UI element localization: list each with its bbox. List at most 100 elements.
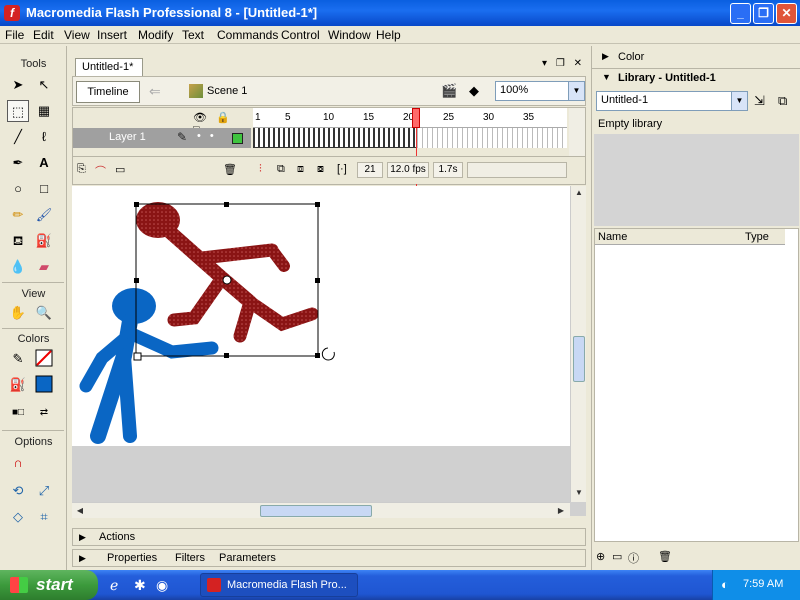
document-restore-icon[interactable]: ❐ xyxy=(556,58,565,69)
library-item-list[interactable]: Name Type xyxy=(594,228,799,542)
actions-panel-bar[interactable]: ▶ Actions xyxy=(72,528,586,546)
properties-icon[interactable]: ⓘ xyxy=(628,550,639,566)
color-panel-header[interactable]: ▶ Color xyxy=(592,48,800,66)
eye-icon[interactable]: 👁 xyxy=(193,112,207,124)
add-motion-guide-icon[interactable]: ⌒ xyxy=(95,163,106,179)
edit-scene-icon[interactable]: 🎬 xyxy=(441,83,459,99)
new-symbol-icon[interactable]: ⊕ xyxy=(596,550,605,563)
fill-color-icon[interactable]: ⛽ xyxy=(7,374,29,396)
scroll-left-icon[interactable]: ◀ xyxy=(73,504,87,518)
close-button[interactable]: ✕ xyxy=(776,3,797,24)
start-button[interactable]: start xyxy=(0,570,98,600)
menu-text[interactable]: Text xyxy=(182,28,204,42)
media-player-icon[interactable]: ✱ xyxy=(134,577,146,594)
chevron-down-icon[interactable]: ▼ xyxy=(731,92,747,110)
stage-vertical-scrollbar[interactable]: ▲ ▼ xyxy=(570,186,586,502)
onion-skin-icon[interactable]: ⧉ xyxy=(277,163,285,176)
color-panel-label[interactable]: Color xyxy=(618,51,644,63)
delete-layer-icon[interactable]: 🗑 xyxy=(223,163,237,176)
stage-horizontal-scrollbar[interactable]: ◀ ▶ xyxy=(72,502,570,518)
menu-control[interactable]: Control xyxy=(281,28,320,42)
menu-help[interactable]: Help xyxy=(376,28,401,42)
text-tool-icon[interactable]: A xyxy=(33,152,55,174)
lock-icon[interactable]: 🔒 xyxy=(216,112,230,124)
pencil-tool-icon[interactable]: ✏ xyxy=(7,204,29,226)
envelope-icon[interactable]: ⌗ xyxy=(33,506,55,528)
distort-icon[interactable]: ◇ xyxy=(7,506,29,528)
subselection-tool-icon[interactable]: ↖ xyxy=(33,74,55,96)
pen-tool-icon[interactable]: ✒ xyxy=(7,152,29,174)
rotate-skew-icon[interactable]: ⟲ xyxy=(7,480,29,502)
gradient-transform-tool-icon[interactable]: ▦ xyxy=(33,100,55,122)
delete-item-icon[interactable]: 🗑 xyxy=(658,550,672,563)
name-column-header[interactable]: Name xyxy=(598,231,627,243)
pin-library-icon[interactable]: ⇲ xyxy=(754,93,765,109)
keyframes[interactable] xyxy=(253,128,417,148)
stroke-color-icon[interactable]: ✎ xyxy=(7,348,29,370)
library-panel-header[interactable]: ▼ Library - Untitled-1 xyxy=(592,68,800,86)
scroll-down-icon[interactable]: ▼ xyxy=(572,486,586,500)
parameters-tab[interactable]: Parameters xyxy=(219,552,276,564)
timeline-toggle-button[interactable]: Timeline xyxy=(76,81,140,103)
free-transform-tool-icon[interactable]: ⬚ xyxy=(7,100,29,122)
collapse-triangle-icon[interactable]: ▼ xyxy=(602,72,611,82)
menu-commands[interactable]: Commands xyxy=(217,28,278,42)
center-frame-icon[interactable]: ⫶ xyxy=(259,163,262,176)
new-library-panel-icon[interactable]: ⧉ xyxy=(778,93,787,109)
brush-tool-icon[interactable]: 🖌 xyxy=(33,204,55,226)
expand-triangle-icon[interactable]: ▶ xyxy=(602,51,609,62)
timeline-scrollbar[interactable] xyxy=(569,108,585,156)
ink-bottle-tool-icon[interactable]: ⛾ xyxy=(7,230,29,252)
zoom-select[interactable]: 100% ▼ xyxy=(495,81,585,101)
eyedropper-tool-icon[interactable]: 💧 xyxy=(7,256,29,278)
menu-file[interactable]: File xyxy=(5,28,24,42)
minimize-button[interactable]: _ xyxy=(730,3,751,24)
menu-modify[interactable]: Modify xyxy=(138,28,173,42)
scroll-right-icon[interactable]: ▶ xyxy=(554,504,568,518)
playhead[interactable] xyxy=(412,108,420,128)
document-minimize-icon[interactable]: ▾ xyxy=(542,58,547,69)
maximize-button[interactable]: ❐ xyxy=(753,3,774,24)
document-tab[interactable]: Untitled-1* xyxy=(75,58,143,76)
rectangle-tool-icon[interactable]: □ xyxy=(33,178,55,200)
properties-tab[interactable]: Properties xyxy=(107,552,157,564)
timeline-hscroll[interactable] xyxy=(467,162,567,178)
expand-triangle-icon[interactable]: ▶ xyxy=(79,532,86,543)
menu-view[interactable]: View xyxy=(64,28,90,42)
layer-row[interactable]: Layer 1 ✎ •• xyxy=(73,128,251,148)
scene-label[interactable]: Scene 1 xyxy=(207,85,247,97)
edit-symbols-icon[interactable]: ◆ xyxy=(469,83,487,99)
black-white-icon[interactable]: ■□ xyxy=(7,402,29,424)
chevron-down-icon[interactable]: ▼ xyxy=(568,82,584,100)
outline-color-swatch[interactable] xyxy=(232,133,243,144)
oval-tool-icon[interactable]: ○ xyxy=(7,178,29,200)
library-panel-label[interactable]: Library - Untitled-1 xyxy=(618,72,716,84)
scroll-up-icon[interactable]: ▲ xyxy=(572,186,586,200)
volume-icon[interactable]: ◐ xyxy=(721,577,729,592)
frame-rate[interactable]: 12.0 fps xyxy=(387,162,429,178)
back-arrow-icon[interactable]: ⇐ xyxy=(149,83,161,100)
hand-tool-icon[interactable]: ✋ xyxy=(7,302,29,324)
layer-dots[interactable]: •• xyxy=(197,130,223,142)
actions-panel-label[interactable]: Actions xyxy=(99,531,135,543)
onion-outlines-icon[interactable]: ⧈ xyxy=(297,163,304,176)
snap-magnet-icon[interactable]: ∩ xyxy=(7,452,29,474)
document-close-icon[interactable]: ✕ xyxy=(574,58,582,69)
selection-tool-icon[interactable]: ➤ xyxy=(7,74,29,96)
internet-explorer-icon[interactable]: ℯ xyxy=(110,577,118,594)
menu-insert[interactable]: Insert xyxy=(97,28,127,42)
menu-edit[interactable]: Edit xyxy=(33,28,54,42)
lasso-tool-icon[interactable]: ℓ xyxy=(33,126,55,148)
zoom-tool-icon[interactable]: 🔍 xyxy=(33,302,55,324)
onion-markers-icon[interactable]: [·] xyxy=(337,163,347,175)
stroke-color-swatch[interactable] xyxy=(33,348,55,370)
swap-colors-icon[interactable]: ⇄ xyxy=(33,402,55,424)
type-column-header[interactable]: Type xyxy=(745,231,769,243)
messenger-icon[interactable]: ◉ xyxy=(156,577,168,594)
scale-icon[interactable]: ⤢ xyxy=(33,480,55,502)
library-document-select[interactable]: Untitled-1 ▼ xyxy=(596,91,748,111)
insert-layer-icon[interactable]: ⎘ xyxy=(77,163,86,176)
stage-canvas[interactable] xyxy=(72,186,570,446)
expand-triangle-icon[interactable]: ▶ xyxy=(79,553,86,564)
taskbar-flash-item[interactable]: Macromedia Flash Pro... xyxy=(200,573,358,597)
